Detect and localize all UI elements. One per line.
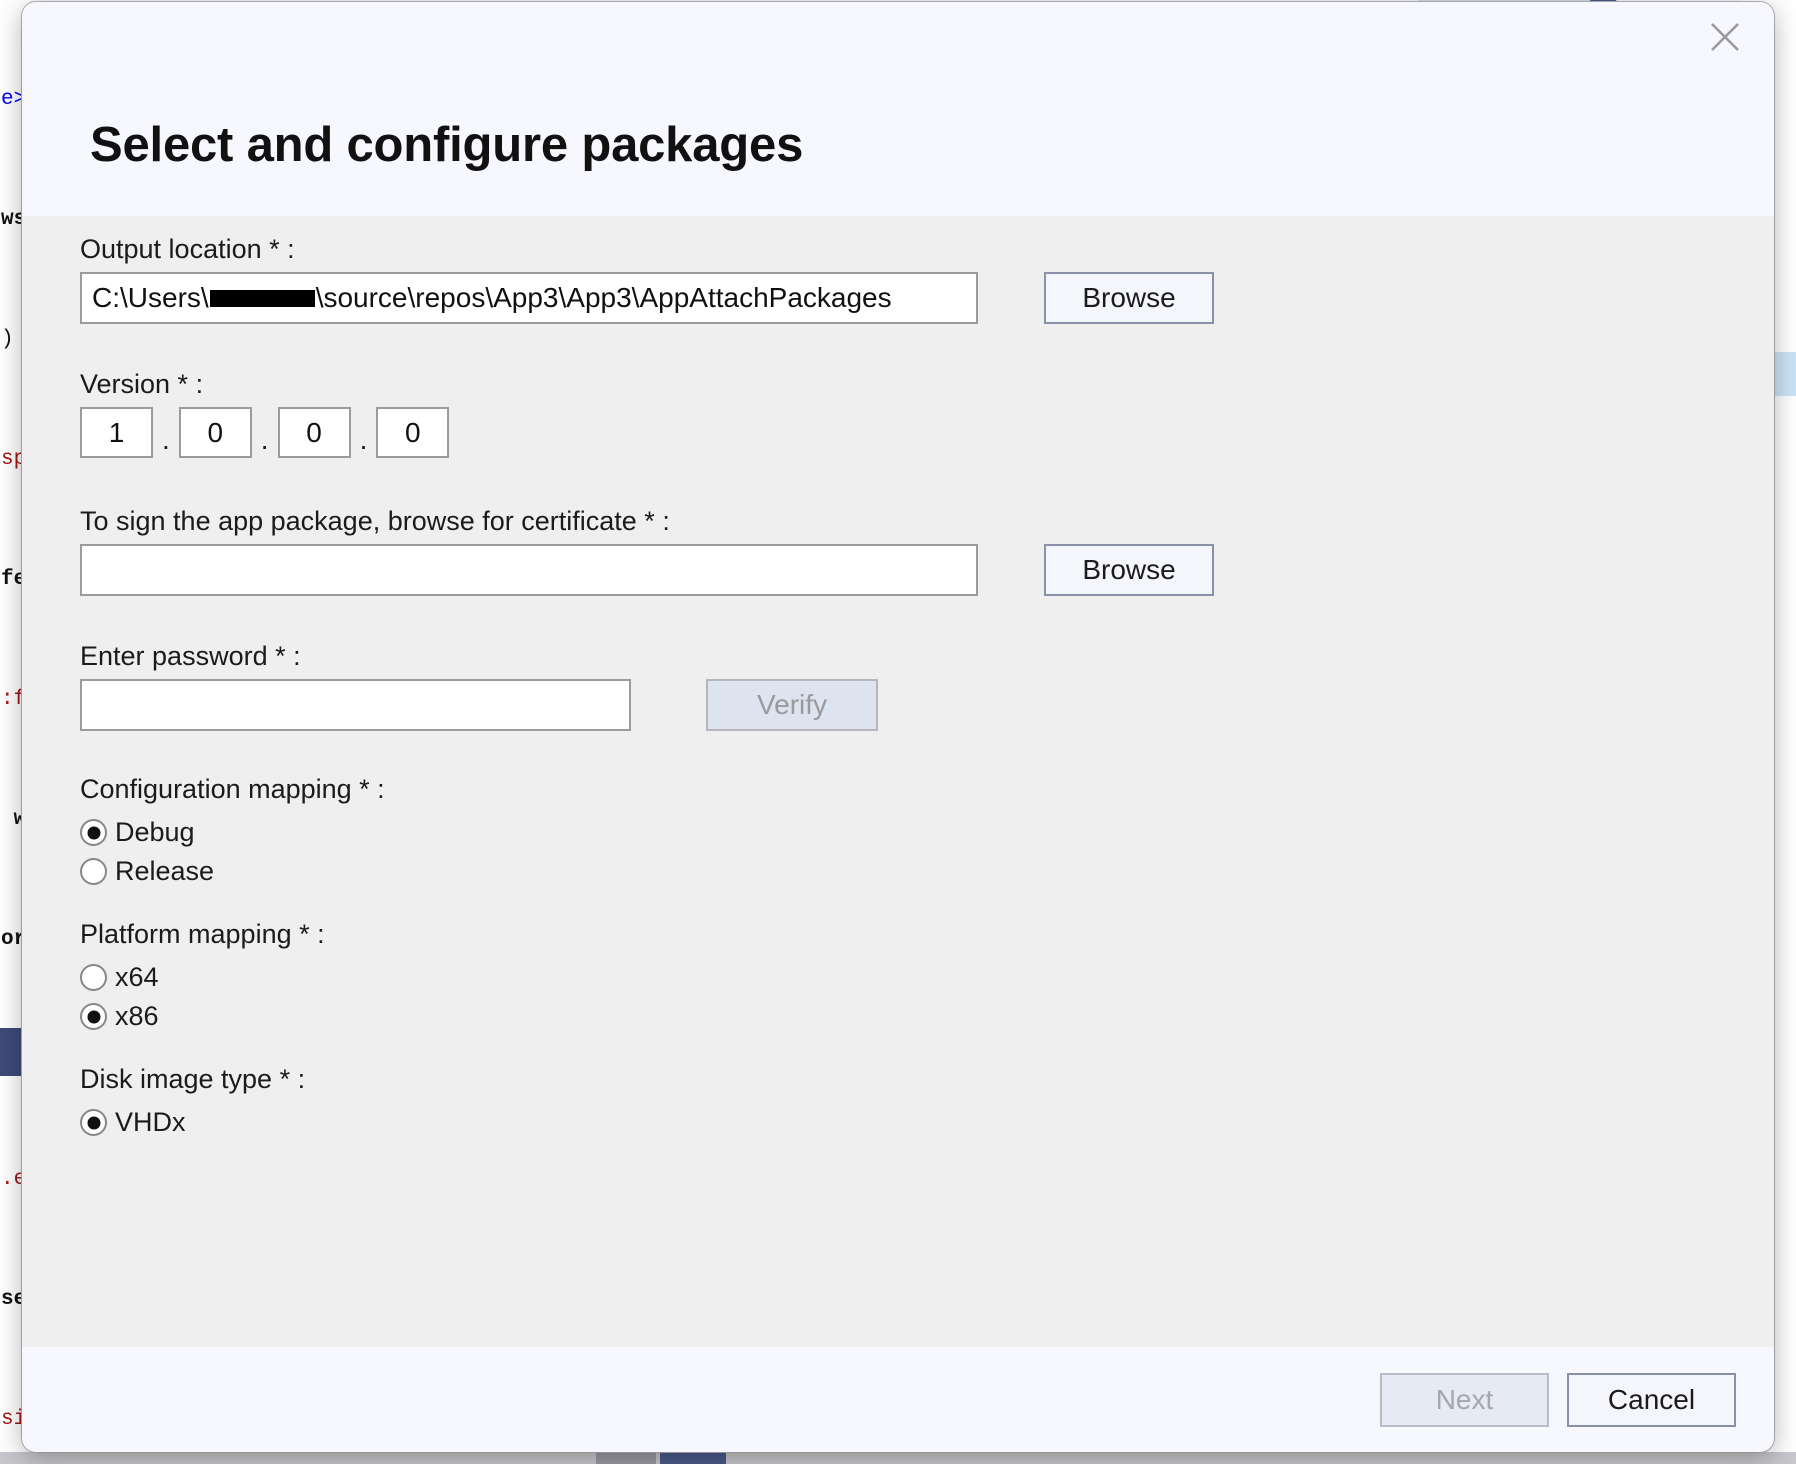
version-minor-input[interactable] xyxy=(179,407,252,458)
radio-indicator-icon xyxy=(80,964,107,991)
browse-output-location-button[interactable]: Browse xyxy=(1044,272,1214,324)
horizontal-scrollbar[interactable] xyxy=(0,1452,1796,1464)
password-label-row: Enter password * : xyxy=(80,641,301,672)
radio-label: x86 xyxy=(115,1001,159,1032)
platform-mapping-group: Platform mapping * : x64 x86 xyxy=(80,919,325,1040)
password-label: Enter password * : xyxy=(80,641,301,672)
output-location-label-row: Output location * : xyxy=(80,234,295,265)
version-separator: . xyxy=(162,424,170,458)
certificate-input[interactable] xyxy=(80,544,978,596)
output-location-prefix: C:\Users\ xyxy=(92,282,209,314)
radio-label: x64 xyxy=(115,962,159,993)
disk-image-type-group: Disk image type * : VHDx xyxy=(80,1064,305,1146)
version-major-input[interactable] xyxy=(80,407,153,458)
radio-indicator-icon xyxy=(80,1003,107,1030)
close-icon[interactable] xyxy=(1694,10,1756,64)
screen: e> ws ) . sp fe :f w or .e se si se Ge ·… xyxy=(0,0,1796,1464)
radio-indicator-icon xyxy=(80,819,107,846)
password-row: Verify xyxy=(80,679,878,731)
platform-mapping-label: Platform mapping * : xyxy=(80,919,325,950)
radio-label: Release xyxy=(115,856,214,887)
version-build-input[interactable] xyxy=(278,407,351,458)
dialog-footer: Next Cancel xyxy=(22,1347,1774,1452)
radio-indicator-icon xyxy=(80,858,107,885)
output-location-row: C:\Users\ \source\repos\App3\App3\AppAtta… xyxy=(80,272,1214,324)
page-title: Select and configure packages xyxy=(90,117,803,173)
configuration-mapping-group: Configuration mapping * : Debug Release xyxy=(80,774,385,895)
radio-platform-x86[interactable]: x86 xyxy=(80,1001,325,1032)
version-separator: . xyxy=(360,424,368,458)
editor-selection-marker xyxy=(0,1028,22,1076)
output-location-label: Output location * : xyxy=(80,234,295,265)
radio-label: Debug xyxy=(115,817,195,848)
verify-button[interactable]: Verify xyxy=(706,679,878,731)
radio-platform-x64[interactable]: x64 xyxy=(80,962,325,993)
radio-indicator-icon xyxy=(80,1109,107,1136)
certificate-label: To sign the app package, browse for cert… xyxy=(80,506,670,537)
radio-configuration-release[interactable]: Release xyxy=(80,856,385,887)
certificate-label-row: To sign the app package, browse for cert… xyxy=(80,506,670,537)
browse-certificate-button[interactable]: Browse xyxy=(1044,544,1214,596)
status-accent xyxy=(660,1452,726,1464)
password-input[interactable] xyxy=(80,679,631,731)
select-and-configure-packages-dialog: Select and configure packages Output loc… xyxy=(22,2,1774,1452)
version-revision-input[interactable] xyxy=(376,407,449,458)
dialog-body: Output location * : C:\Users\ \source\rep… xyxy=(22,216,1774,1347)
radio-label: VHDx xyxy=(115,1107,186,1138)
output-location-input[interactable]: C:\Users\ \source\repos\App3\App3\AppAtta… xyxy=(80,272,978,324)
version-label-row: Version * : xyxy=(80,369,203,400)
certificate-row: Browse xyxy=(80,544,1214,596)
disk-image-type-label: Disk image type * : xyxy=(80,1064,305,1095)
output-location-suffix: \source\repos\App3\App3\AppAttachPackage… xyxy=(316,282,892,314)
output-location-value: C:\Users\ \source\repos\App3\App3\AppAtta… xyxy=(92,274,892,322)
version-separator: . xyxy=(261,424,269,458)
cancel-button[interactable]: Cancel xyxy=(1567,1373,1736,1427)
dialog-header: Select and configure packages xyxy=(22,2,1774,216)
next-button[interactable]: Next xyxy=(1380,1373,1549,1427)
radio-disk-image-vhdx[interactable]: VHDx xyxy=(80,1107,305,1138)
version-row: . . . xyxy=(80,407,449,458)
redaction-bar xyxy=(210,290,315,307)
radio-configuration-debug[interactable]: Debug xyxy=(80,817,385,848)
scrollbar-thumb[interactable] xyxy=(596,1452,656,1464)
version-label: Version * : xyxy=(80,369,203,400)
configuration-mapping-label: Configuration mapping * : xyxy=(80,774,385,805)
